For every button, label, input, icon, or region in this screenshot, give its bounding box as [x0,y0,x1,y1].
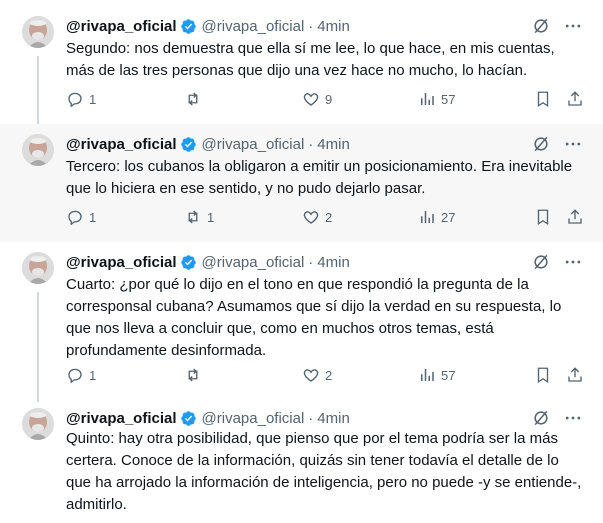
heart-icon [303,93,319,106]
more-icon[interactable] [563,16,583,36]
tweet-actions: 1 1 2 27 [66,208,586,228]
share-icon [568,91,582,106]
like-count: 2 [325,209,333,225]
verified-badge-icon [180,136,197,153]
separator: · [308,409,314,427]
heart-icon [303,211,319,224]
tweet[interactable]: @rivapa_oficial @rivapa_oficial · 4min S… [0,0,603,124]
share-icon [568,367,582,382]
reply-count: 1 [89,367,97,383]
tweet-thread: @rivapa_oficial @rivapa_oficial · 4min S… [0,0,603,523]
reply-button[interactable]: 1 [66,208,96,226]
author-handle[interactable]: @rivapa_oficial [202,410,305,427]
like-count: 2 [325,367,333,383]
verified-badge-icon [180,18,197,35]
more-icon[interactable] [563,408,583,428]
bookmark-icon [537,209,549,226]
views-icon [421,211,434,223]
retweet-icon [188,210,198,224]
tweet-text: Cuarto: ¿por qué lo dijo en el tono en q… [66,276,562,359]
views-count: 57 [441,91,456,107]
author-name[interactable]: @rivapa_oficial [66,254,177,271]
grok-icon[interactable] [531,16,551,36]
tweet-text: Tercero: los cubanos la obligaron a emit… [66,158,573,197]
like-count: 9 [325,91,333,107]
reply-icon [68,368,82,384]
share-icon [568,209,582,224]
grok-icon[interactable] [531,134,551,154]
more-icon[interactable] [563,134,583,154]
reply-button[interactable]: 1 [66,366,96,384]
timestamp[interactable]: 4min [317,18,350,35]
author-name[interactable]: @rivapa_oficial [66,18,177,35]
timestamp[interactable]: 4min [317,136,350,153]
retweet-icon [188,92,198,106]
avatar[interactable] [22,408,54,440]
bookmark-button[interactable] [534,366,552,384]
separator: · [308,135,314,153]
views-count: 27 [441,209,456,225]
share-button[interactable] [566,208,584,226]
views-icon [421,93,434,105]
like-button[interactable]: 2 [302,366,332,384]
author-handle[interactable]: @rivapa_oficial [202,18,305,35]
verified-badge-icon [180,254,197,271]
views-count: 57 [441,367,456,383]
reply-button[interactable]: 1 [66,90,96,108]
tweet-actions: 1 2 57 [66,366,586,386]
tweet-text: Segundo: nos demuestra que ella sí me le… [66,40,555,79]
retweet-count: 1 [207,209,215,225]
author-name[interactable]: @rivapa_oficial [66,410,177,427]
timestamp[interactable]: 4min [317,410,350,427]
verified-badge-icon [180,410,197,427]
views-button[interactable]: 57 [418,90,455,108]
author-handle[interactable]: @rivapa_oficial [202,136,305,153]
bookmark-icon [537,367,549,384]
heart-icon [303,369,319,382]
author-handle[interactable]: @rivapa_oficial [202,254,305,271]
retweet-button[interactable]: 1 [184,208,214,226]
tweet[interactable]: @rivapa_oficial @rivapa_oficial · 4min Q… [0,402,603,523]
bookmark-icon [537,91,549,108]
grok-icon[interactable] [531,252,551,272]
timestamp[interactable]: 4min [317,254,350,271]
like-button[interactable]: 9 [302,90,332,108]
retweet-button[interactable] [184,90,207,108]
tweet[interactable]: @rivapa_oficial @rivapa_oficial · 4min C… [0,242,603,402]
reply-count: 1 [89,91,97,107]
tweet[interactable]: @rivapa_oficial @rivapa_oficial · 4min T… [0,124,603,242]
retweet-icon [188,368,198,382]
avatar[interactable] [22,134,54,166]
separator: · [308,17,314,35]
reply-icon [68,92,82,108]
more-icon[interactable] [563,252,583,272]
like-button[interactable]: 2 [302,208,332,226]
avatar[interactable] [22,252,54,284]
retweet-button[interactable] [184,366,207,384]
share-button[interactable] [566,90,584,108]
grok-icon[interactable] [531,408,551,428]
separator: · [308,253,314,271]
avatar[interactable] [22,16,54,48]
bookmark-button[interactable] [534,208,552,226]
reply-icon [68,210,82,226]
views-button[interactable]: 57 [418,366,455,384]
share-button[interactable] [566,366,584,384]
bookmark-button[interactable] [534,90,552,108]
author-name[interactable]: @rivapa_oficial [66,136,177,153]
reply-count: 1 [89,209,97,225]
tweet-text: Quinto: hay otra posibilidad, que pienso… [66,430,582,513]
views-icon [421,369,434,381]
tweet-actions: 1 9 57 [66,90,586,110]
views-button[interactable]: 27 [418,208,455,226]
